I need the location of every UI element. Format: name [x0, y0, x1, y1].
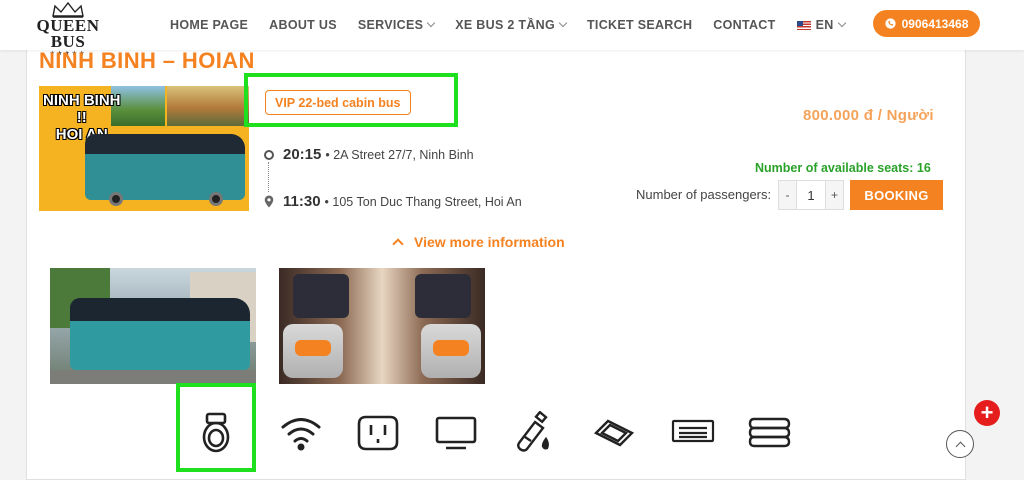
language-label: EN	[815, 18, 834, 32]
pillow-left	[295, 340, 331, 356]
bus-illustration	[70, 298, 250, 370]
phone-number: 0906413468	[901, 16, 969, 31]
route-title: NINH BINH – HOIAN	[39, 48, 255, 73]
thumbnail-caption-line-2: !!	[76, 109, 87, 126]
view-more-link[interactable]: View more information	[392, 234, 565, 250]
logo-text: QUEEN BUS	[36, 16, 100, 51]
location-pin-icon	[264, 195, 274, 208]
highlight-box	[244, 73, 458, 127]
nav-services[interactable]: SERVICES	[357, 18, 436, 32]
nav-contact[interactable]: CONTACT	[713, 18, 775, 32]
passenger-stepper: - 1 +	[778, 180, 844, 210]
nav-double-decker[interactable]: XE BUS 2 TẦNG	[455, 18, 568, 32]
nav-home[interactable]: HOME PAGE	[170, 18, 248, 32]
departure-row: 20:15 • 2A Street 27/7, Ninh Binh	[264, 146, 474, 163]
departure-icon	[264, 149, 274, 160]
highlight-box	[176, 383, 256, 472]
increase-button[interactable]: +	[826, 181, 843, 209]
nav-services-label: SERVICES	[357, 18, 424, 32]
departure-address: • 2A Street 27/7, Ninh Binh	[325, 147, 474, 162]
nav-contact-label: CONTACT	[713, 18, 776, 32]
language-switcher[interactable]: EN	[796, 18, 846, 32]
main-nav: HOME PAGE ABOUT US SERVICES XE BUS 2 TẦN…	[170, 0, 866, 50]
nav-ticket-search[interactable]: TICKET SEARCH	[587, 18, 692, 32]
cabin-right	[415, 274, 471, 318]
chevron-up-icon	[955, 441, 965, 451]
pillow-right	[433, 340, 469, 356]
cabin-left	[293, 274, 349, 318]
gallery-image-bus-exterior[interactable]	[50, 268, 256, 384]
arrival-time: 11:30	[283, 193, 321, 210]
thumbnail-caption-line-1: NINH BINH	[43, 92, 121, 109]
water-bottle-icon	[512, 410, 558, 456]
chevron-up-icon	[392, 238, 404, 250]
route-connector	[268, 162, 269, 192]
bus-illustration	[85, 134, 245, 200]
bus-wheel	[109, 192, 123, 206]
decrease-button[interactable]: -	[779, 181, 796, 209]
passengers-label: Number of passengers:	[636, 187, 772, 202]
chevron-down-icon	[558, 18, 568, 28]
available-seats: Number of available seats: 16	[755, 161, 931, 175]
wet-towel-icon	[591, 410, 637, 456]
power-outlet-icon	[355, 410, 401, 456]
phone-icon	[884, 18, 896, 29]
nav-about[interactable]: ABOUT US	[269, 18, 337, 32]
route-thumbnail[interactable]: NINH BINH !! HOI AN	[39, 86, 249, 211]
view-more-label: View more information	[414, 234, 565, 250]
bus-wheel	[209, 192, 223, 206]
scroll-to-top-button[interactable]	[946, 430, 974, 458]
booking-button[interactable]: BOOKING	[850, 180, 943, 210]
gallery-image-cabin-interior[interactable]	[279, 268, 485, 384]
tv-icon	[433, 410, 479, 456]
air-conditioner-icon	[670, 410, 716, 456]
departure-time: 20:15	[283, 146, 322, 163]
hoi-an-photo	[167, 86, 249, 126]
road	[50, 370, 256, 384]
blanket-icon	[747, 410, 793, 456]
ticket-price: 800.000 đ / Người	[803, 107, 934, 124]
passenger-count-input[interactable]: 1	[796, 181, 826, 209]
nav-ticket-search-label: TICKET SEARCH	[587, 18, 693, 32]
plus-icon[interactable]: +	[974, 400, 1000, 426]
wifi-icon	[278, 410, 324, 456]
logo[interactable]: QUEEN BUS ★★★★★	[22, 2, 114, 57]
site-header: QUEEN BUS ★★★★★ HOME PAGE ABOUT US SERVI…	[0, 0, 1024, 57]
arrival-address: • 105 Ton Duc Thang Street, Hoi An	[324, 194, 522, 209]
us-flag-icon	[796, 20, 811, 30]
nav-home-label: HOME PAGE	[170, 18, 249, 32]
chevron-down-icon	[427, 18, 436, 28]
arrival-row: 11:30 • 105 Ton Duc Thang Street, Hoi An	[264, 193, 522, 210]
nav-double-decker-label: XE BUS 2 TẦNG	[455, 18, 555, 32]
phone-button[interactable]: 0906413468	[873, 10, 980, 37]
nav-about-label: ABOUT US	[269, 18, 337, 32]
chevron-down-icon	[837, 18, 846, 28]
